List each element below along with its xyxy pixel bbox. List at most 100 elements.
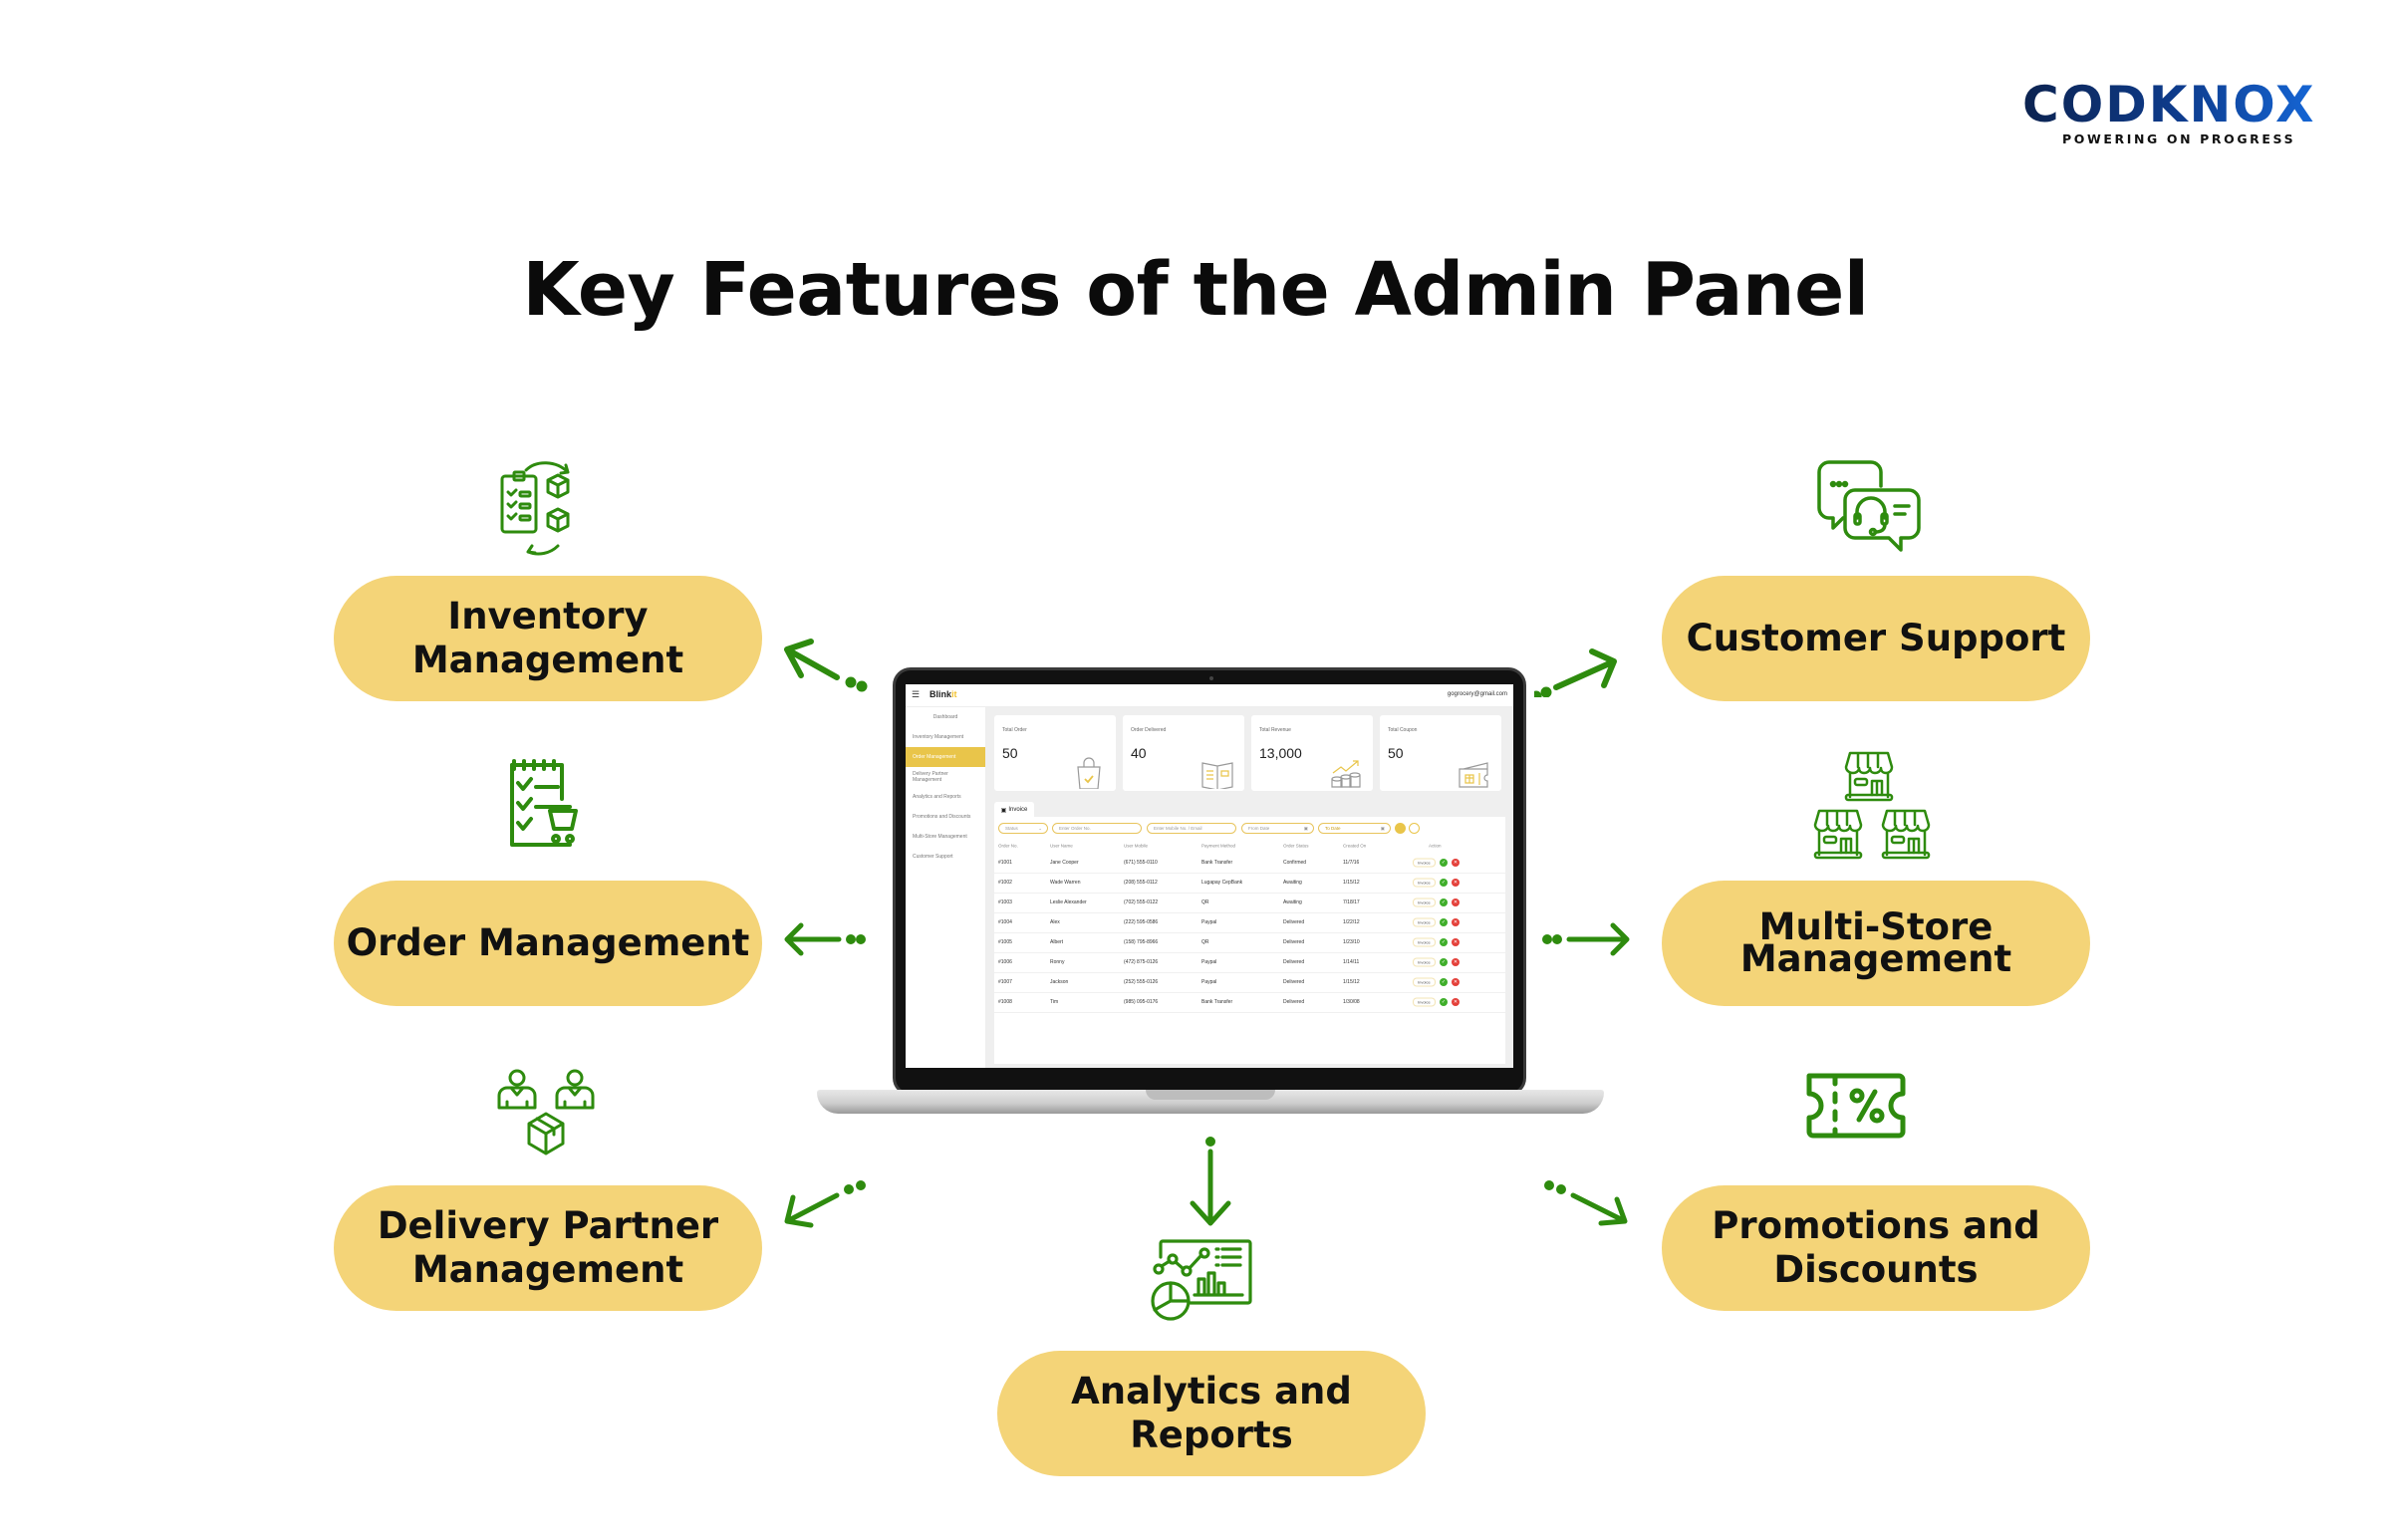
logo-tagline: POWERING ON PROGRESS (2062, 131, 2296, 146)
dashboard-topbar: ☰ Blinkit gogrocery@gmail.com (906, 684, 1513, 707)
user-email[interactable]: gogrocery@gmail.com (1448, 691, 1507, 697)
sidebar-item-dashboard[interactable]: Dashboard (906, 707, 985, 727)
sidebar-item-customer-support[interactable]: Customer Support (906, 847, 985, 867)
chevron-down-icon: ⌄ (1038, 825, 1042, 831)
table-cell: #1005 (998, 939, 1012, 945)
reset-button[interactable] (1409, 823, 1420, 834)
mobile-email-input[interactable]: Enter Mobile No. / Email (1147, 823, 1236, 834)
table-cell: Awaiting (1283, 899, 1302, 905)
menu-icon[interactable]: ☰ (912, 689, 920, 700)
logo-wordmark: CODKNOX (2022, 76, 2316, 133)
reject-icon[interactable]: ✕ (1452, 918, 1460, 926)
feature-label: Delivery Partner Management (377, 1204, 719, 1291)
invoice-button[interactable]: Invoice (1413, 917, 1436, 927)
approve-icon[interactable]: ✓ (1440, 879, 1448, 887)
reject-icon[interactable]: ✕ (1452, 898, 1460, 906)
calendar-icon: ▣ (1303, 825, 1308, 831)
table-cell: (702) 555-0122 (1124, 899, 1159, 905)
reject-icon[interactable]: ✕ (1452, 859, 1460, 867)
sidebar-item-promotions[interactable]: Promotions and Discounts (906, 807, 985, 827)
table-cell: QR (1201, 899, 1209, 905)
shopping-bag-icon (1077, 757, 1101, 789)
delivery-partner-icon (495, 1068, 599, 1157)
reject-icon[interactable]: ✕ (1452, 998, 1460, 1006)
table-cell: Paypal (1201, 979, 1217, 985)
approve-icon[interactable]: ✓ (1440, 998, 1448, 1006)
table-header: Order No. User Name User Mobile Payment … (994, 841, 1505, 851)
arrow-to-analytics (1190, 1137, 1231, 1226)
invoice-button[interactable]: Invoice (1413, 878, 1436, 888)
stat-value: 13,000 (1259, 745, 1302, 761)
table-cell: (208) 555-0112 (1124, 880, 1158, 886)
invoice-button[interactable]: Invoice (1413, 997, 1436, 1007)
feature-pill-inventory: Inventory Management (334, 576, 762, 701)
feature-pill-delivery-partner: Delivery Partner Management (334, 1185, 762, 1311)
brand-accent: it (951, 689, 957, 699)
table-cell: (158) 795-8966 (1124, 939, 1159, 945)
column-header: Action (1429, 843, 1442, 849)
table-cell: Jane Cooper (1050, 860, 1079, 866)
table-cell: QR (1201, 939, 1209, 945)
approve-icon[interactable]: ✓ (1440, 898, 1448, 906)
reject-icon[interactable]: ✕ (1452, 978, 1460, 986)
reject-icon[interactable]: ✕ (1452, 958, 1460, 966)
sidebar-item-delivery-partner[interactable]: Delivery Partner Management (906, 767, 985, 787)
stat-card-total-coupon: Total Coupon 50 (1380, 715, 1501, 791)
reject-icon[interactable]: ✕ (1452, 879, 1460, 887)
stat-value: 50 (1388, 745, 1404, 761)
table-cell: #1002 (998, 880, 1012, 886)
table-cell: Wade Warren (1050, 880, 1081, 886)
table-cell: Lugapay CepBank (1201, 880, 1243, 886)
from-date-input[interactable]: From Date ▣ (1241, 823, 1314, 834)
sidebar-item-order-management[interactable]: Order Management (906, 747, 985, 767)
table-cell: #1004 (998, 919, 1012, 925)
sidebar-item-analytics[interactable]: Analytics and Reports (906, 787, 985, 807)
feature-label: Customer Support (1686, 617, 2066, 659)
column-header: User Mobile (1124, 843, 1149, 849)
column-header: Created On (1343, 843, 1367, 849)
approve-icon[interactable]: ✓ (1440, 958, 1448, 966)
approve-icon[interactable]: ✓ (1440, 938, 1448, 946)
from-date-placeholder: From Date (1248, 826, 1270, 831)
approve-icon[interactable]: ✓ (1440, 859, 1448, 867)
table-cell: #1007 (998, 979, 1012, 985)
table-cell: (985) 095-0176 (1124, 999, 1159, 1005)
table-cell: Paypal (1201, 919, 1217, 925)
search-button[interactable] (1395, 823, 1406, 834)
feature-label: Inventory Management (411, 595, 684, 681)
tab-invoice[interactable]: ▣ Invoice (994, 802, 1034, 818)
invoice-button[interactable]: Invoice (1413, 977, 1436, 987)
approve-icon[interactable]: ✓ (1440, 978, 1448, 986)
coupon-percent-icon (1805, 1070, 1909, 1142)
column-header: Order Status (1283, 843, 1309, 849)
table-cell: Jackson (1050, 979, 1069, 985)
table-cell: Delivered (1283, 939, 1305, 945)
sidebar-item-multi-store[interactable]: Multi-Store Management (906, 827, 985, 847)
table-row: #1003 Leslie Alexander (702) 555-0122 QR Awa… (994, 893, 1505, 913)
table-cell: Leslie Alexander (1050, 899, 1087, 905)
table-cell: (472) 875-0126 (1124, 959, 1159, 965)
reject-icon[interactable]: ✕ (1452, 938, 1460, 946)
table-row: #1002 Wade Warren (208) 555-0112 Lugapay Ce… (994, 873, 1505, 894)
table-cell: Ronny (1050, 959, 1065, 965)
column-header: Order No. (998, 843, 1018, 849)
table-cell: 11/7/16 (1343, 860, 1360, 866)
stat-card-total-revenue: Total Revenue 13,000 (1251, 715, 1373, 791)
order-number-input[interactable]: Enter Order No. (1052, 823, 1142, 834)
invoice-button[interactable]: Invoice (1413, 937, 1436, 947)
table-cell: #1001 (998, 860, 1012, 866)
invoice-button[interactable]: Invoice (1413, 957, 1436, 967)
dashboard-main: Total Order 50 Order Delivered 40 Total … (986, 707, 1513, 1068)
table-row: #1008 Tim (985) 095-0176 Bank Transfer Deliv… (994, 992, 1505, 1013)
approve-icon[interactable]: ✓ (1440, 918, 1448, 926)
table-cell: 1/22/12 (1343, 919, 1360, 925)
to-date-input[interactable]: To Date ▣ (1318, 823, 1391, 834)
sidebar-item-inventory[interactable]: Inventory Management (906, 727, 985, 747)
table-row: #1007 Jackson (252) 555-0126 Paypal Delivere… (994, 972, 1505, 993)
invoice-button[interactable]: Invoice (1413, 858, 1436, 868)
invoice-button[interactable]: Invoice (1413, 898, 1436, 907)
stat-value: 40 (1131, 745, 1147, 761)
status-select[interactable]: Status ⌄ (998, 823, 1048, 834)
table-cell: Delivered (1283, 999, 1305, 1005)
order-cart-icon (506, 759, 586, 854)
